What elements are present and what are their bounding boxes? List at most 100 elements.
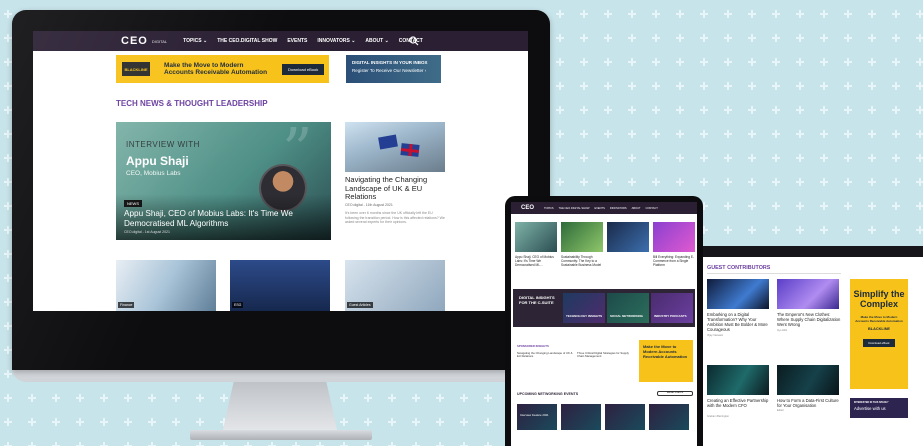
- plus-pattern-icon: [892, 82, 900, 90]
- plus-pattern-icon: [844, 106, 852, 114]
- tile-label: INDUSTRY PODCASTS: [654, 314, 687, 319]
- plus-pattern-icon: [772, 130, 780, 138]
- nav-item-topics[interactable]: TOPICS ⌄: [183, 38, 207, 44]
- nav-item-about[interactable]: ABOUT ⌄: [365, 38, 388, 44]
- nav-item-show[interactable]: THE CEO.DIGITAL SHOW: [559, 207, 590, 210]
- plus-pattern-icon: [868, 226, 876, 234]
- event-card[interactable]: [605, 404, 645, 430]
- advertise-box[interactable]: INTERESTED IN THIS SPACE? Advertise with…: [850, 398, 908, 418]
- article-thumbnail[interactable]: Finance: [116, 260, 216, 311]
- article-title[interactable]: Appu Shaji, CEO of Mobius Labs: It's Tim…: [515, 255, 557, 267]
- article-thumbnail[interactable]: Guest Articles: [345, 260, 445, 311]
- plus-pattern-icon: [868, 106, 876, 114]
- plus-pattern-icon: [604, 34, 612, 42]
- plus-pattern-icon: [748, 82, 756, 90]
- article-title[interactable]: Bill Everything: Expanding E-Commerce fr…: [653, 255, 695, 267]
- article-thumbnail[interactable]: [561, 222, 603, 252]
- article-thumbnail[interactable]: [707, 279, 769, 309]
- nav-item-innovators[interactable]: INNOVATORS ⌄: [317, 38, 355, 44]
- event-card[interactable]: Interview Feature 2021: [517, 404, 557, 430]
- plus-pattern-icon: [460, 394, 468, 402]
- nav-item-show[interactable]: THE CEO.DIGITAL SHOW: [217, 38, 277, 44]
- category-badge[interactable]: NEWS: [124, 200, 142, 207]
- plus-pattern-icon: [4, 442, 12, 446]
- banner-ad-text: Make the Move to Modern Accounts Receiva…: [164, 61, 268, 77]
- article-thumbnail[interactable]: [707, 365, 769, 395]
- nav-item-innovators[interactable]: INNOVATORS: [610, 207, 627, 210]
- plus-pattern-icon: [868, 10, 876, 18]
- article-title[interactable]: Sustainability Through Community: The Ke…: [561, 255, 603, 267]
- simplify-ad[interactable]: Simplify the Complex Make the Move to Mo…: [850, 279, 908, 389]
- insight-tile[interactable]: INDUSTRY PODCASTS: [651, 293, 693, 323]
- article-title[interactable]: Embarking on a Digital Transformation? W…: [707, 312, 771, 332]
- site-logo[interactable]: CEO: [521, 205, 534, 211]
- site-logo[interactable]: CEO: [121, 35, 148, 47]
- see-all-events-button[interactable]: SEE ALL EVENTS: [657, 391, 693, 396]
- article-thumbnail[interactable]: [607, 222, 649, 252]
- plus-pattern-icon: [892, 154, 900, 162]
- nav-item-contact[interactable]: CONTACT: [646, 207, 658, 210]
- newsletter-banner[interactable]: DIGITAL INSIGHTS IN YOUR INBOX Register …: [346, 55, 441, 83]
- plus-pattern-icon: [604, 10, 612, 18]
- plus-pattern-icon: [604, 106, 612, 114]
- plus-pattern-icon: [604, 178, 612, 186]
- plus-pattern-icon: [580, 154, 588, 162]
- plus-pattern-icon: [52, 442, 60, 446]
- newsletter-cta[interactable]: Register To Receive Our Newsletter ›: [352, 68, 435, 73]
- thumbnail-tag[interactable]: Guest Articles: [347, 302, 373, 308]
- plus-pattern-icon: [172, 442, 180, 446]
- plus-pattern-icon: [724, 130, 732, 138]
- divider: [707, 273, 841, 274]
- plus-pattern-icon: [820, 34, 828, 42]
- insight-tile[interactable]: SOCIAL NETWORKING: [607, 293, 649, 323]
- nav-item-topics[interactable]: TOPICS: [544, 207, 554, 210]
- download-ebook-button[interactable]: Download eBook: [863, 339, 895, 347]
- advertise-cta[interactable]: Advertise with us: [854, 406, 904, 411]
- plus-pattern-icon: [772, 178, 780, 186]
- plus-pattern-icon: [796, 154, 804, 162]
- blackline-ad[interactable]: Make the Move to Modern Accounts Receiva…: [639, 340, 693, 382]
- advertise-label: INTERESTED IN THIS SPACE?: [854, 401, 889, 404]
- plus-pattern-icon: [892, 34, 900, 42]
- sponsored-article-title[interactable]: Navigating the Changing Landscape of UK …: [517, 351, 573, 359]
- feature-article-card[interactable]: ” INTERVIEW WITH Appu Shaji CEO, Mobius …: [116, 122, 331, 240]
- plus-pattern-icon: [724, 178, 732, 186]
- article-thumbnail[interactable]: ESG: [230, 260, 330, 311]
- plus-pattern-icon: [820, 130, 828, 138]
- thumbnail-tag[interactable]: Finance: [118, 302, 135, 308]
- plus-pattern-icon: [796, 82, 804, 90]
- side-article-meta: CEO.digital - 11th August 2021: [345, 203, 393, 207]
- side-article-title[interactable]: Navigating the Changing Landscape of UK …: [345, 175, 455, 202]
- nav-item-events[interactable]: EVENTS: [287, 38, 307, 44]
- article-thumbnail[interactable]: [777, 365, 839, 395]
- plus-pattern-icon: [916, 202, 923, 210]
- article-thumbnail[interactable]: [777, 279, 839, 309]
- article-title[interactable]: Creating an Effective Partnership with t…: [707, 398, 771, 408]
- feature-article-title[interactable]: Appu Shaji, CEO of Mobius Labs: It's Tim…: [124, 209, 329, 228]
- plus-pattern-icon: [772, 58, 780, 66]
- article-thumbnail[interactable]: [653, 222, 695, 252]
- plus-pattern-icon: [4, 10, 12, 18]
- insight-tile[interactable]: TECHNOLOGY INSIGHTS: [563, 293, 605, 323]
- nav-item-events[interactable]: EVENTS: [594, 207, 604, 210]
- sponsored-article-title[interactable]: Three Critical Digital Strategies for Su…: [577, 351, 633, 359]
- article-title[interactable]: How to Form a Data-First Culture for You…: [777, 398, 841, 408]
- thumbnail-tag[interactable]: ESG: [232, 302, 244, 308]
- plus-pattern-icon: [844, 34, 852, 42]
- plus-pattern-icon: [196, 394, 204, 402]
- event-card[interactable]: [561, 404, 601, 430]
- plus-pattern-icon: [796, 202, 804, 210]
- banner-row: BLACKLINE Make the Move to Modern Accoun…: [116, 55, 441, 83]
- plus-pattern-icon: [340, 418, 348, 426]
- event-card[interactable]: [649, 404, 689, 430]
- blackline-banner-ad[interactable]: BLACKLINE Make the Move to Modern Accoun…: [116, 55, 329, 83]
- desktop-website: CEO DIGITAL TOPICS ⌄ THE CEO.DIGITAL SHO…: [33, 31, 528, 311]
- plus-pattern-icon: [700, 154, 708, 162]
- nav-item-about[interactable]: ABOUT: [632, 207, 641, 210]
- search-icon[interactable]: [409, 36, 419, 46]
- download-ebook-button[interactable]: Download eBook: [282, 63, 325, 75]
- article-title[interactable]: The Emperor's New Clothes: Where Supply …: [777, 312, 841, 327]
- article-thumbnail[interactable]: [515, 222, 557, 252]
- plus-pattern-icon: [844, 202, 852, 210]
- article-thumbnail-flags[interactable]: [345, 122, 445, 172]
